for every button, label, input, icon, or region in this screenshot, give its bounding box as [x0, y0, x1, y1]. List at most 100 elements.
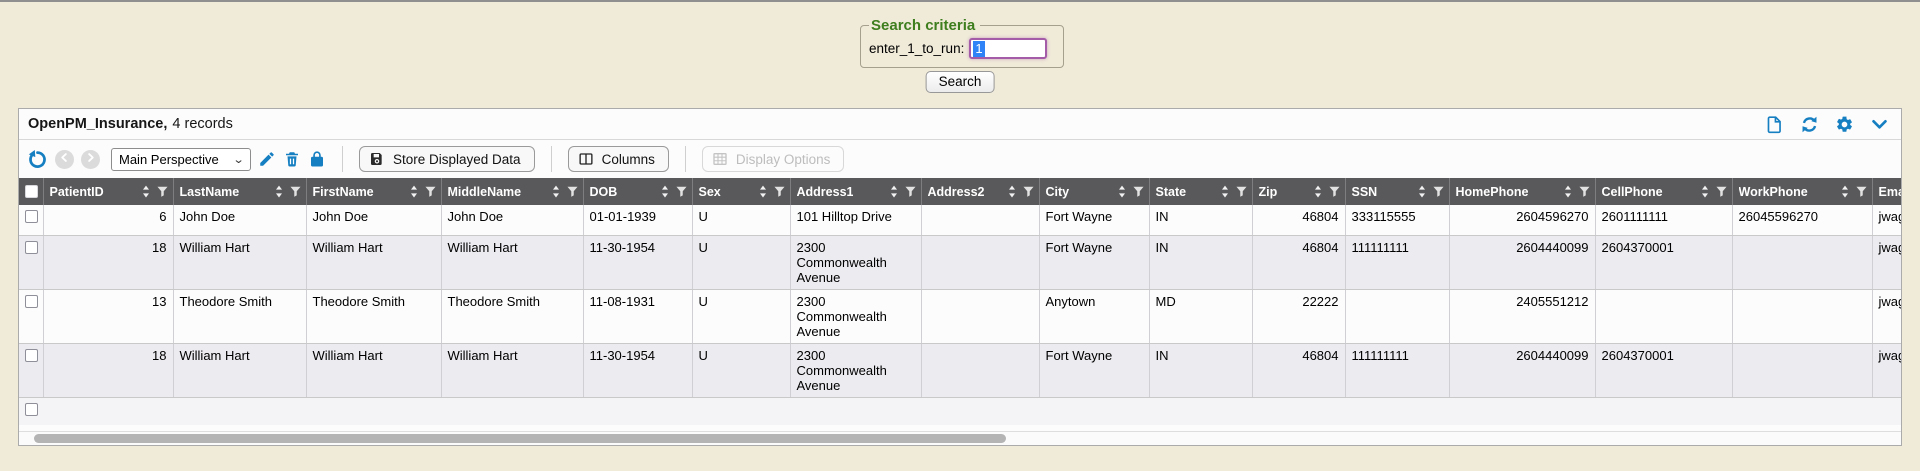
column-header-firstname[interactable]: FirstName	[306, 178, 441, 205]
sort-icon[interactable]	[409, 184, 419, 199]
column-header-lastname[interactable]: LastName	[173, 178, 306, 205]
cell-address2	[921, 343, 1039, 397]
column-header-address1[interactable]: Address1	[790, 178, 921, 205]
filter-icon[interactable]	[1855, 185, 1868, 198]
cell-city: Anytown	[1039, 289, 1149, 343]
filter-icon[interactable]	[1432, 185, 1445, 198]
save-icon	[369, 151, 385, 167]
cell-address1: 2300 Commonwealth Avenue	[790, 343, 921, 397]
new-row-checkbox[interactable]	[25, 403, 38, 416]
column-header-ssn[interactable]: SSN	[1345, 178, 1449, 205]
sort-icon[interactable]	[758, 184, 768, 199]
column-header-cellphone[interactable]: CellPhone	[1595, 178, 1732, 205]
trash-icon[interactable]	[283, 150, 301, 168]
sort-icon[interactable]	[1220, 184, 1230, 199]
filter-icon[interactable]	[566, 185, 579, 198]
new-document-icon[interactable]	[1765, 115, 1784, 134]
filter-icon[interactable]	[904, 185, 917, 198]
run-value-input[interactable]: 1	[969, 38, 1047, 59]
edit-pencil-icon[interactable]	[258, 150, 276, 168]
refresh-icon[interactable]	[1800, 115, 1819, 134]
filter-icon[interactable]	[1132, 185, 1145, 198]
row-checkbox[interactable]	[25, 349, 38, 362]
cell-ssn: 333115555	[1345, 205, 1449, 235]
filter-icon[interactable]	[289, 185, 302, 198]
column-header-email[interactable]: Email	[1872, 178, 1901, 205]
cell-address2	[921, 205, 1039, 235]
row-checkbox[interactable]	[25, 295, 38, 308]
filter-icon[interactable]	[156, 185, 169, 198]
sort-icon[interactable]	[1840, 184, 1850, 199]
display-options-button[interactable]: Display Options	[702, 146, 845, 172]
cell-address1: 2300 Commonwealth Avenue	[790, 235, 921, 289]
column-header-middlename[interactable]: MiddleName	[441, 178, 583, 205]
cell-state: MD	[1149, 289, 1252, 343]
back-button[interactable]	[55, 150, 74, 169]
search-button[interactable]: Search	[926, 71, 995, 93]
column-header-patientid[interactable]: PatientID	[43, 178, 173, 205]
sort-icon[interactable]	[660, 184, 670, 199]
row-checkbox[interactable]	[25, 210, 38, 223]
filter-icon[interactable]	[773, 185, 786, 198]
filter-icon[interactable]	[1328, 185, 1341, 198]
cell-city: Fort Wayne	[1039, 343, 1149, 397]
columns-button[interactable]: Columns	[568, 146, 669, 172]
cell-lastname: Theodore Smith	[173, 289, 306, 343]
cell-cellphone: 2604370001	[1595, 343, 1732, 397]
toolbar: Main Perspective ⌄ Store Displayed Data …	[19, 140, 1901, 178]
chevron-right-icon	[85, 150, 96, 168]
filter-icon[interactable]	[1022, 185, 1035, 198]
cell-lastname: William Hart	[173, 235, 306, 289]
horizontal-scrollbar-thumb[interactable]	[34, 434, 1006, 443]
window-top-border	[0, 0, 1920, 2]
cell-middlename: William Hart	[441, 235, 583, 289]
column-header-address2[interactable]: Address2	[921, 178, 1039, 205]
gear-icon[interactable]	[1835, 115, 1854, 134]
cell-workphone	[1732, 289, 1872, 343]
sort-icon[interactable]	[1417, 184, 1427, 199]
perspective-select[interactable]: Main Perspective ⌄	[111, 148, 251, 171]
filter-icon[interactable]	[424, 185, 437, 198]
filter-icon[interactable]	[1715, 185, 1728, 198]
sort-icon[interactable]	[1700, 184, 1710, 199]
column-header-workphone[interactable]: WorkPhone	[1732, 178, 1872, 205]
cell-sex: U	[692, 343, 790, 397]
table-grid-icon	[712, 151, 728, 167]
cell-city: Fort Wayne	[1039, 205, 1149, 235]
column-header-state[interactable]: State	[1149, 178, 1252, 205]
cell-workphone	[1732, 235, 1872, 289]
cell-email: jwagc	[1872, 205, 1901, 235]
column-header-city[interactable]: City	[1039, 178, 1149, 205]
select-all-checkbox[interactable]	[25, 185, 38, 198]
filter-icon[interactable]	[1578, 185, 1591, 198]
lock-icon[interactable]	[308, 150, 326, 168]
column-header-dob[interactable]: DOB	[583, 178, 692, 205]
table-row: 6John DoeJohn DoeJohn Doe01-01-1939U101 …	[19, 205, 1901, 235]
columns-icon	[578, 151, 594, 167]
column-header-homephone[interactable]: HomePhone	[1449, 178, 1595, 205]
horizontal-scrollbar[interactable]	[19, 431, 1901, 445]
cell-middlename: William Hart	[441, 343, 583, 397]
cell-patientid: 18	[43, 235, 173, 289]
row-select-cell	[19, 289, 43, 343]
cell-workphone: 26045596270	[1732, 205, 1872, 235]
filter-icon[interactable]	[675, 185, 688, 198]
sort-icon[interactable]	[1007, 184, 1017, 199]
row-checkbox[interactable]	[25, 241, 38, 254]
sort-icon[interactable]	[889, 184, 899, 199]
undo-icon[interactable]	[27, 149, 48, 170]
cell-zip: 46804	[1252, 343, 1345, 397]
column-header-sex[interactable]: Sex	[692, 178, 790, 205]
sort-icon[interactable]	[551, 184, 561, 199]
sort-icon[interactable]	[1313, 184, 1323, 199]
sort-icon[interactable]	[1563, 184, 1573, 199]
column-header-zip[interactable]: Zip	[1252, 178, 1345, 205]
store-displayed-data-button[interactable]: Store Displayed Data	[359, 146, 535, 172]
sort-icon[interactable]	[141, 184, 151, 199]
collapse-chevron-icon[interactable]	[1870, 115, 1889, 134]
sort-icon[interactable]	[274, 184, 284, 199]
table-name: OpenPM_Insurance,	[28, 116, 167, 132]
filter-icon[interactable]	[1235, 185, 1248, 198]
sort-icon[interactable]	[1117, 184, 1127, 199]
forward-button[interactable]	[81, 150, 100, 169]
